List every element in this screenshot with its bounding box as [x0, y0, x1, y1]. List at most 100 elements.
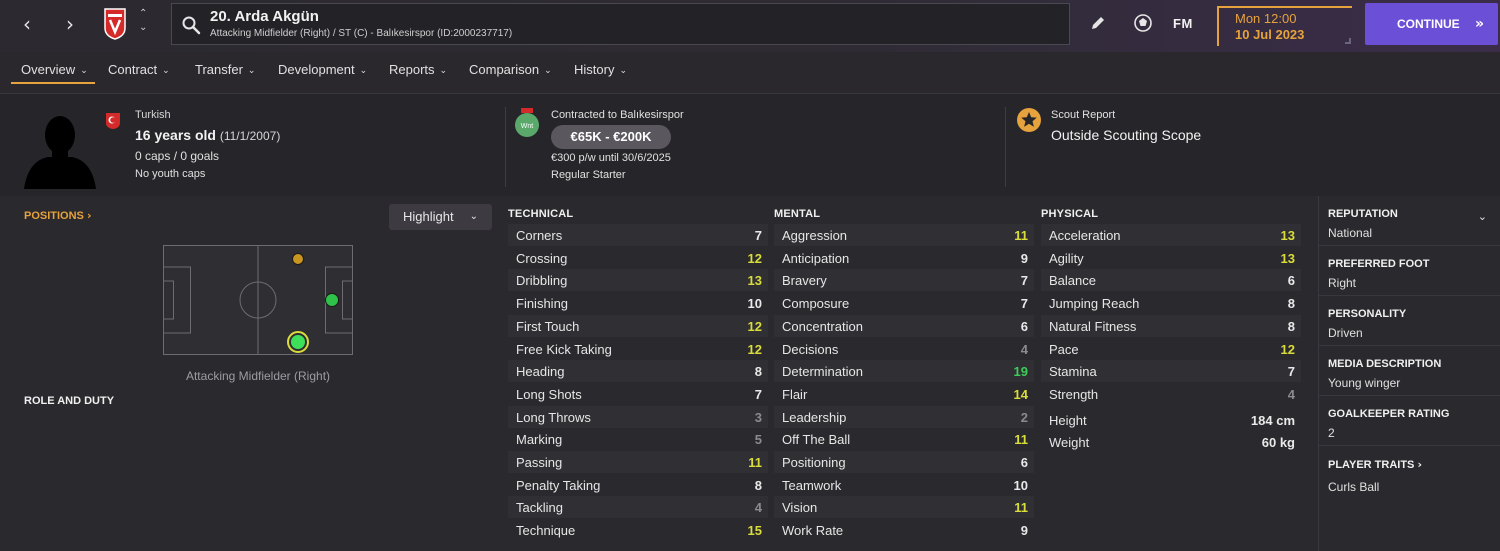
mental-attribute-row[interactable]: Concentration 6 [774, 314, 1034, 337]
attribute-name: Penalty Taking [516, 477, 601, 493]
mental-attribute-row[interactable]: Leadership 2 [774, 405, 1034, 428]
media-description-block: MEDIA DESCRIPTION Young winger [1319, 346, 1500, 396]
technical-attribute-row[interactable]: Corners 7 [508, 224, 768, 246]
back-arrow-icon[interactable]: ‹ [16, 12, 38, 36]
mental-attribute-row[interactable]: Composure 7 [774, 292, 1034, 314]
tab-development[interactable]: Development ⌄ [278, 62, 367, 77]
contract-club-badge-icon[interactable]: Wnt [514, 107, 540, 139]
attribute-value: 19 [1013, 364, 1028, 380]
continue-button[interactable]: CONTINUE » [1365, 3, 1498, 45]
technical-attribute-row[interactable]: Long Throws 3 [508, 405, 768, 428]
tab-comparison[interactable]: Comparison ⌄ [469, 62, 552, 77]
star-icon[interactable] [1016, 107, 1042, 133]
physical-attribute-row[interactable]: Strength 4 [1041, 383, 1301, 405]
mental-attribute-row[interactable]: Teamwork 10 [774, 474, 1034, 496]
technical-attribute-row[interactable]: Dribbling 13 [508, 269, 768, 292]
attribute-value: 10 [1013, 477, 1028, 493]
club-badge-icon[interactable] [103, 8, 127, 40]
technical-attribute-row[interactable]: Free Kick Taking 12 [508, 338, 768, 360]
height-row: Height 184 cm [1041, 409, 1301, 431]
previous-player-icon[interactable]: ⌃ [139, 8, 147, 19]
attribute-name: Decisions [782, 341, 839, 357]
physical-attribute-row[interactable]: Natural Fitness 8 [1041, 314, 1301, 337]
mental-attribute-row[interactable]: Off The Ball 11 [774, 428, 1034, 450]
attribute-value: 7 [754, 228, 762, 243]
international-caps: 0 caps / 0 goals [135, 149, 220, 163]
technical-attribute-row[interactable]: Tackling 4 [508, 496, 768, 519]
attribute-value: 13 [1280, 250, 1295, 266]
player-traits-link[interactable]: PLAYER TRAITS › [1328, 458, 1422, 471]
mental-attribute-row[interactable]: Anticipation 9 [774, 247, 1034, 269]
attribute-value: 12 [747, 250, 762, 266]
mental-attribute-row[interactable]: Determination 19 [774, 360, 1034, 383]
mental-attribute-row[interactable]: Aggression 11 [774, 224, 1034, 246]
technical-attribute-row[interactable]: Marking 5 [508, 428, 768, 450]
mental-attribute-row[interactable]: Flair 14 [774, 383, 1034, 405]
tab-history[interactable]: History ⌄ [574, 62, 627, 77]
chevron-down-icon: ⌄ [469, 211, 478, 222]
attribute-name: Off The Ball [782, 432, 851, 448]
technical-attribute-row[interactable]: Finishing 10 [508, 292, 768, 314]
attribute-name: Vision [782, 500, 818, 516]
positions-link[interactable]: POSITIONS › [24, 209, 92, 222]
mental-attribute-row[interactable]: Work Rate 9 [774, 519, 1034, 541]
mental-attribute-row[interactable]: Positioning 6 [774, 451, 1034, 473]
height-value: 184 cm [1250, 413, 1295, 428]
player-info-strip: Turkish 16 years old (11/1/2007) 0 caps … [0, 95, 1500, 195]
weight-value: 60 kg [1261, 435, 1295, 450]
attribute-name: Jumping Reach [1049, 296, 1140, 312]
technical-attribute-row[interactable]: Long Shots 7 [508, 383, 768, 405]
attribute-value: 11 [1014, 432, 1028, 448]
technical-attribute-row[interactable]: Passing 11 [508, 451, 768, 473]
chevron-down-icon[interactable]: ⌄ [1478, 210, 1487, 223]
attribute-name: Passing [516, 455, 563, 470]
transfer-value-badge[interactable]: €65K - €200K [551, 125, 671, 149]
chevron-down-icon: ⌄ [247, 66, 256, 76]
search-icon[interactable] [181, 15, 201, 35]
physical-attribute-row[interactable]: Stamina 7 [1041, 360, 1301, 383]
tab-transfer[interactable]: Transfer ⌄ [195, 62, 255, 77]
attribute-name: Pace [1049, 341, 1079, 357]
date-date: 10 Jul 2023 [1235, 27, 1305, 42]
tab-bar: Overview ⌄ Contract ⌄ Transfer ⌄ Developmen… [0, 52, 1500, 94]
technical-attribute-row[interactable]: Heading 8 [508, 360, 768, 383]
fm-logo[interactable]: FM [1173, 16, 1193, 31]
next-player-icon[interactable]: ⌄ [139, 22, 147, 33]
physical-attribute-row[interactable]: Balance 6 [1041, 269, 1301, 292]
mental-attribute-row[interactable]: Decisions 4 [774, 338, 1034, 360]
attribute-name: Long Shots [516, 386, 582, 402]
attribute-value: 4 [754, 500, 762, 516]
physical-attribute-row[interactable]: Acceleration 13 [1041, 224, 1301, 246]
mental-attribute-row[interactable]: Bravery 7 [774, 269, 1034, 292]
football-icon[interactable] [1133, 13, 1153, 33]
position-pitch-map[interactable] [163, 245, 353, 355]
technical-attribute-row[interactable]: First Touch 12 [508, 314, 768, 337]
attribute-value: 7 [1287, 364, 1295, 380]
attribute-name: Heading [516, 364, 565, 380]
forward-arrow-icon[interactable]: › [59, 12, 81, 36]
technical-attribute-row[interactable]: Technique 15 [508, 519, 768, 541]
attribute-value: 11 [1014, 500, 1028, 516]
tab-contract[interactable]: Contract ⌄ [108, 62, 170, 77]
highlight-dropdown[interactable]: Highlight ⌄ [389, 204, 492, 230]
tab-reports[interactable]: Reports ⌄ [389, 62, 447, 77]
physical-attribute-row[interactable]: Agility 13 [1041, 247, 1301, 269]
player-search-box[interactable]: 20. Arda Akgün Attacking Midfielder (Rig… [171, 3, 1070, 45]
active-tab-indicator [11, 82, 95, 84]
mental-attribute-row[interactable]: Vision 11 [774, 496, 1034, 519]
attribute-value: 6 [1287, 273, 1295, 289]
tab-overview[interactable]: Overview ⌄ [21, 62, 88, 77]
technical-attribute-row[interactable]: Crossing 12 [508, 247, 768, 269]
personality-label: PERSONALITY [1328, 308, 1407, 320]
attribute-value: 8 [1287, 296, 1295, 312]
chevron-right-icon: › [86, 209, 92, 222]
svg-text:Wnt: Wnt [521, 123, 534, 130]
scout-report-value[interactable]: Outside Scouting Scope [1051, 127, 1201, 143]
position-marker-st [325, 293, 339, 307]
attribute-value: 9 [1020, 523, 1028, 539]
pencil-icon[interactable] [1089, 14, 1107, 32]
physical-attribute-row[interactable]: Pace 12 [1041, 338, 1301, 360]
physical-attribute-row[interactable]: Jumping Reach 8 [1041, 292, 1301, 314]
technical-attribute-row[interactable]: Penalty Taking 8 [508, 474, 768, 496]
continue-label: CONTINUE [1397, 17, 1460, 31]
